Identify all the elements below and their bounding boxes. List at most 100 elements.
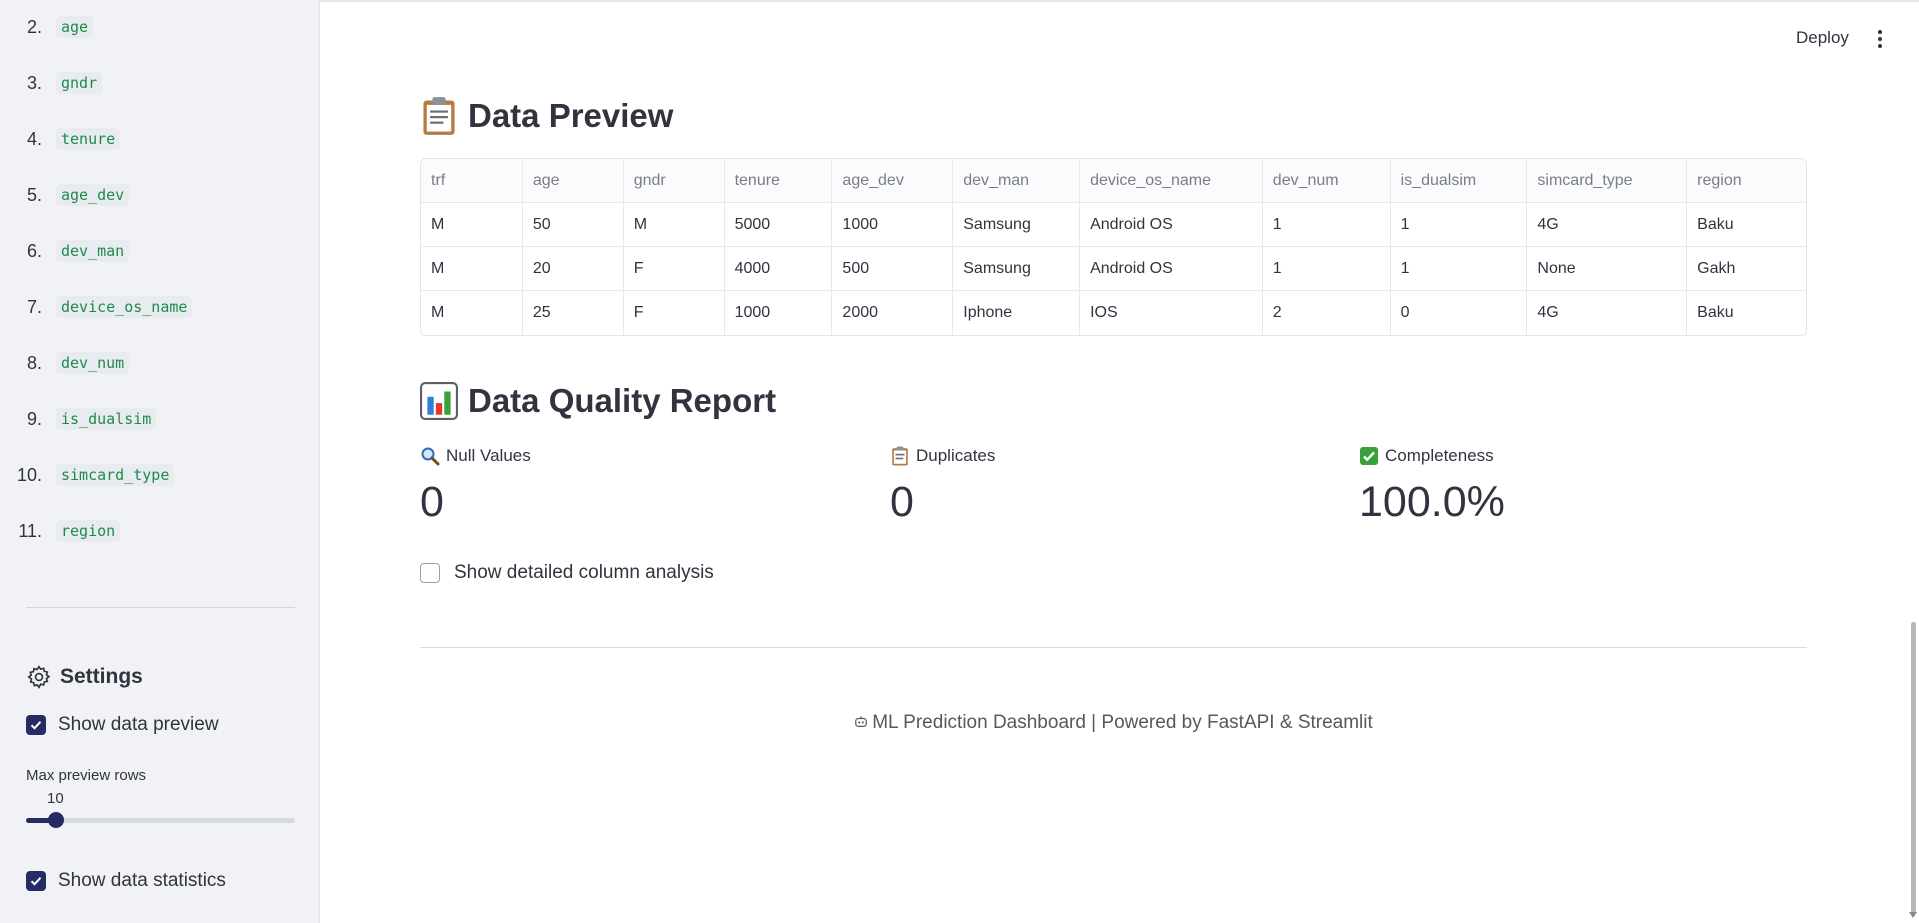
sidebar-divider xyxy=(26,607,295,608)
metric-label: Duplicates xyxy=(916,446,996,465)
table-cell[interactable]: Samsung xyxy=(953,203,1081,246)
list-item: 6. dev_man xyxy=(0,236,130,266)
metric-value: 100.0% xyxy=(1359,478,1505,526)
show-preview-checkbox[interactable]: Show data preview xyxy=(26,714,219,736)
kebab-menu-icon[interactable] xyxy=(1873,27,1887,51)
max-rows-slider[interactable] xyxy=(26,812,295,828)
table-cell[interactable]: 500 xyxy=(832,247,954,290)
table-cell[interactable]: 0 xyxy=(1391,291,1528,335)
list-number: 7. xyxy=(26,296,42,317)
list-item: 2. age xyxy=(0,12,94,42)
settings-heading: Settings xyxy=(26,664,143,690)
table-cell[interactable]: 1 xyxy=(1263,203,1391,246)
footer-text: ML Prediction Dashboard | Powered by Fas… xyxy=(872,712,1373,733)
table-cell[interactable]: Iphone xyxy=(953,291,1081,335)
column-header[interactable]: is_dualsim xyxy=(1390,159,1528,202)
table-cell[interactable]: 50 xyxy=(523,203,624,246)
data-quality-heading: Data Quality Report xyxy=(420,381,776,421)
footer: ML Prediction Dashboard | Powered by Fas… xyxy=(420,712,1807,734)
show-stats-checkbox[interactable]: Show data statistics xyxy=(26,870,226,892)
column-name-code: region xyxy=(56,520,121,542)
column-header[interactable]: simcard_type xyxy=(1527,159,1688,202)
table-cell[interactable]: 4G xyxy=(1527,291,1688,335)
table-cell[interactable]: 1000 xyxy=(832,203,954,246)
column-header[interactable]: region xyxy=(1687,159,1806,202)
table-cell[interactable]: 1000 xyxy=(725,291,833,335)
column-name-code: dev_man xyxy=(56,240,130,262)
column-header[interactable]: dev_man xyxy=(953,159,1081,202)
table-cell[interactable]: 2000 xyxy=(832,291,954,335)
column-header[interactable]: gndr xyxy=(623,159,725,202)
column-name-code: is_dualsim xyxy=(56,408,157,430)
column-header[interactable]: tenure xyxy=(724,159,833,202)
table-cell[interactable]: Samsung xyxy=(953,247,1081,290)
table-cell[interactable]: 20 xyxy=(523,247,624,290)
table-cell[interactable]: IOS xyxy=(1080,291,1263,335)
table-cell[interactable]: None xyxy=(1527,247,1688,290)
table-cell[interactable]: Gakh xyxy=(1687,247,1806,290)
list-item: 3. gndr xyxy=(0,68,103,98)
table-cell[interactable]: M xyxy=(421,247,523,290)
table-cell[interactable]: M xyxy=(421,291,523,335)
list-item: 8. dev_num xyxy=(0,348,130,378)
table-cell[interactable]: 4000 xyxy=(725,247,833,290)
table-cell[interactable]: Baku xyxy=(1687,203,1806,246)
section-title: Data Quality Report xyxy=(468,382,777,419)
metric-label: Completeness xyxy=(1385,446,1494,465)
magnifier-icon xyxy=(421,447,440,466)
gear-icon xyxy=(27,665,51,689)
scrollbar[interactable] xyxy=(1911,622,1916,915)
metric-label-row: Null Values xyxy=(420,446,531,466)
divider xyxy=(420,647,1807,648)
table-cell[interactable]: 1 xyxy=(1263,247,1391,290)
checkbox-checked-icon[interactable] xyxy=(26,871,46,891)
table-cell[interactable]: 1 xyxy=(1391,247,1528,290)
detailed-analysis-checkbox[interactable]: Show detailed column analysis xyxy=(420,562,714,584)
metric-label: Null Values xyxy=(446,446,531,465)
table-cell[interactable]: 5000 xyxy=(725,203,833,246)
list-item: 7. device_os_name xyxy=(0,292,193,322)
list-item: 10. simcard_type xyxy=(0,460,175,490)
list-number: 11. xyxy=(18,520,42,541)
column-header[interactable]: trf xyxy=(421,159,523,202)
bar-chart-icon xyxy=(420,382,458,420)
list-item: 5. age_dev xyxy=(0,180,130,210)
column-name-code: device_os_name xyxy=(56,296,193,318)
metric-label-row: Duplicates xyxy=(890,446,995,466)
column-name-code: tenure xyxy=(56,128,121,150)
metric-duplicates: Duplicates 0 xyxy=(890,446,995,527)
list-item: 11. region xyxy=(0,516,121,546)
table-cell[interactable]: F xyxy=(624,247,725,290)
table-cell[interactable]: 4G xyxy=(1527,203,1688,246)
table-cell[interactable]: 2 xyxy=(1263,291,1391,335)
table-cell[interactable]: F xyxy=(624,291,725,335)
table-cell[interactable]: 1 xyxy=(1391,203,1528,246)
column-header[interactable]: age xyxy=(522,159,624,202)
list-item: 9. is_dualsim xyxy=(0,404,157,434)
list-item: 4. tenure xyxy=(0,124,121,154)
column-header[interactable]: age_dev xyxy=(832,159,954,202)
table-cell[interactable]: Android OS xyxy=(1080,203,1263,246)
data-preview-heading: Data Preview xyxy=(420,96,673,136)
table-cell[interactable]: M xyxy=(624,203,725,246)
clipboard-icon xyxy=(892,446,908,466)
list-number: 5. xyxy=(26,184,42,205)
checkbox-unchecked-icon[interactable] xyxy=(420,563,440,583)
table-cell[interactable]: Baku xyxy=(1687,291,1806,335)
column-name-code: age xyxy=(56,16,94,38)
column-header[interactable]: dev_num xyxy=(1262,159,1391,202)
checkbox-checked-icon[interactable] xyxy=(26,715,46,735)
table-cell[interactable]: 25 xyxy=(523,291,624,335)
scroll-down-arrow-icon[interactable] xyxy=(1909,912,1917,918)
table-row: M 25 F 1000 2000 Iphone IOS 2 0 4G Baku xyxy=(421,291,1806,335)
data-preview-table[interactable]: trf age gndr tenure age_dev dev_man devi… xyxy=(420,158,1807,336)
deploy-button[interactable]: Deploy xyxy=(1796,28,1849,48)
column-header[interactable]: device_os_name xyxy=(1080,159,1263,202)
metric-value: 0 xyxy=(420,478,444,526)
table-cell[interactable]: M xyxy=(421,203,523,246)
slider-thumb[interactable] xyxy=(47,812,64,828)
app-root: 2. age 3. gndr 4. tenure 5. age_dev 6. dev_ma… xyxy=(0,0,1919,923)
list-number: 6. xyxy=(26,240,42,261)
table-cell[interactable]: Android OS xyxy=(1080,247,1263,290)
metric-value: 0 xyxy=(890,478,914,526)
